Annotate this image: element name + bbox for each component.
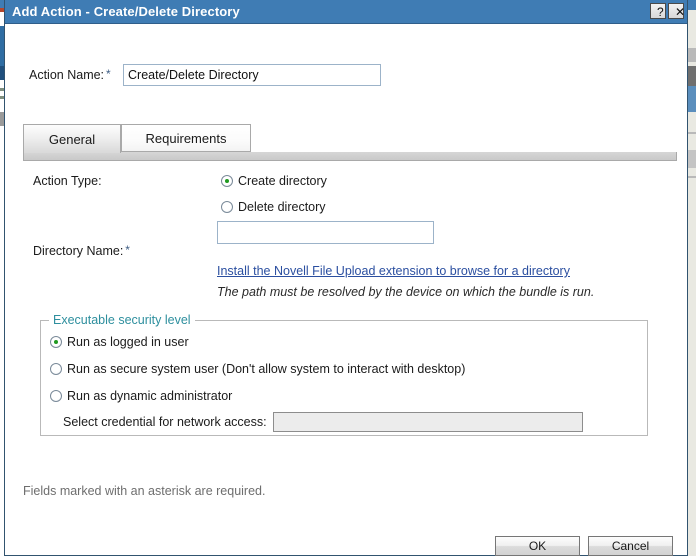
close-icon[interactable]: ✕ bbox=[668, 3, 684, 19]
radio-run-as-secure-system-user-indicator bbox=[50, 363, 62, 375]
radio-run-as-logged-in-user-label: Run as logged in user bbox=[67, 335, 189, 349]
dialog-title: Add Action - Create/Delete Directory bbox=[12, 4, 240, 19]
radio-run-as-dynamic-administrator[interactable]: Run as dynamic administrator bbox=[50, 389, 232, 403]
directory-name-input[interactable] bbox=[217, 221, 434, 244]
tab-requirements-label: Requirements bbox=[146, 131, 227, 146]
radio-run-as-secure-system-user[interactable]: Run as secure system user (Don't allow s… bbox=[50, 362, 465, 376]
help-icon[interactable]: ? bbox=[650, 3, 666, 19]
path-hint-text: The path must be resolved by the device … bbox=[217, 285, 594, 299]
footer-divider bbox=[5, 520, 687, 521]
action-type-label: Action Type: bbox=[33, 174, 102, 188]
tab-general[interactable]: General bbox=[23, 124, 121, 153]
directory-name-label: Directory Name:* bbox=[33, 244, 130, 258]
tab-underbar bbox=[23, 152, 677, 161]
tab-general-label: General bbox=[49, 132, 95, 147]
radio-create-directory-label: Create directory bbox=[238, 174, 327, 188]
radio-run-as-secure-system-user-label: Run as secure system user (Don't allow s… bbox=[67, 362, 465, 376]
titlebar-buttons: ? ✕ bbox=[650, 3, 684, 19]
radio-run-as-dynamic-administrator-indicator bbox=[50, 390, 62, 402]
required-asterisk: * bbox=[125, 243, 130, 257]
executable-security-level-fieldset: Executable security level Run as logged … bbox=[40, 320, 648, 436]
action-name-label: Action Name:* bbox=[29, 68, 111, 82]
required-asterisk: * bbox=[106, 67, 111, 81]
radio-run-as-dynamic-administrator-label: Run as dynamic administrator bbox=[67, 389, 232, 403]
action-name-input[interactable] bbox=[123, 64, 381, 86]
credential-input[interactable] bbox=[273, 412, 583, 432]
radio-create-directory[interactable]: Create directory bbox=[221, 174, 327, 188]
radio-create-directory-indicator bbox=[221, 175, 233, 187]
ok-button[interactable]: OK bbox=[495, 536, 580, 556]
required-fields-note: Fields marked with an asterisk are requi… bbox=[23, 484, 265, 498]
add-action-dialog: Add Action - Create/Delete Directory ? ✕… bbox=[4, 0, 688, 556]
tabstrip: General Requirements bbox=[23, 124, 677, 154]
dialog-body: Action Name:* General Requirements Actio… bbox=[5, 24, 687, 555]
install-file-upload-extension-link[interactable]: Install the Novell File Upload extension… bbox=[217, 264, 570, 278]
action-name-row: Action Name:* bbox=[5, 64, 687, 90]
radio-run-as-logged-in-user-indicator bbox=[50, 336, 62, 348]
credential-row: Select credential for network access: bbox=[63, 412, 583, 432]
radio-delete-directory-label: Delete directory bbox=[238, 200, 326, 214]
credential-label: Select credential for network access: bbox=[63, 415, 267, 429]
radio-delete-directory-indicator bbox=[221, 201, 233, 213]
underlying-page-right-sliver bbox=[688, 0, 696, 556]
tab-requirements[interactable]: Requirements bbox=[121, 124, 251, 152]
radio-delete-directory[interactable]: Delete directory bbox=[221, 200, 326, 214]
radio-run-as-logged-in-user[interactable]: Run as logged in user bbox=[50, 335, 189, 349]
executable-security-level-legend: Executable security level bbox=[49, 313, 195, 327]
dialog-titlebar: Add Action - Create/Delete Directory ? ✕ bbox=[5, 0, 687, 24]
cancel-button[interactable]: Cancel bbox=[588, 536, 673, 556]
footer-buttons: OK Cancel bbox=[495, 536, 673, 556]
